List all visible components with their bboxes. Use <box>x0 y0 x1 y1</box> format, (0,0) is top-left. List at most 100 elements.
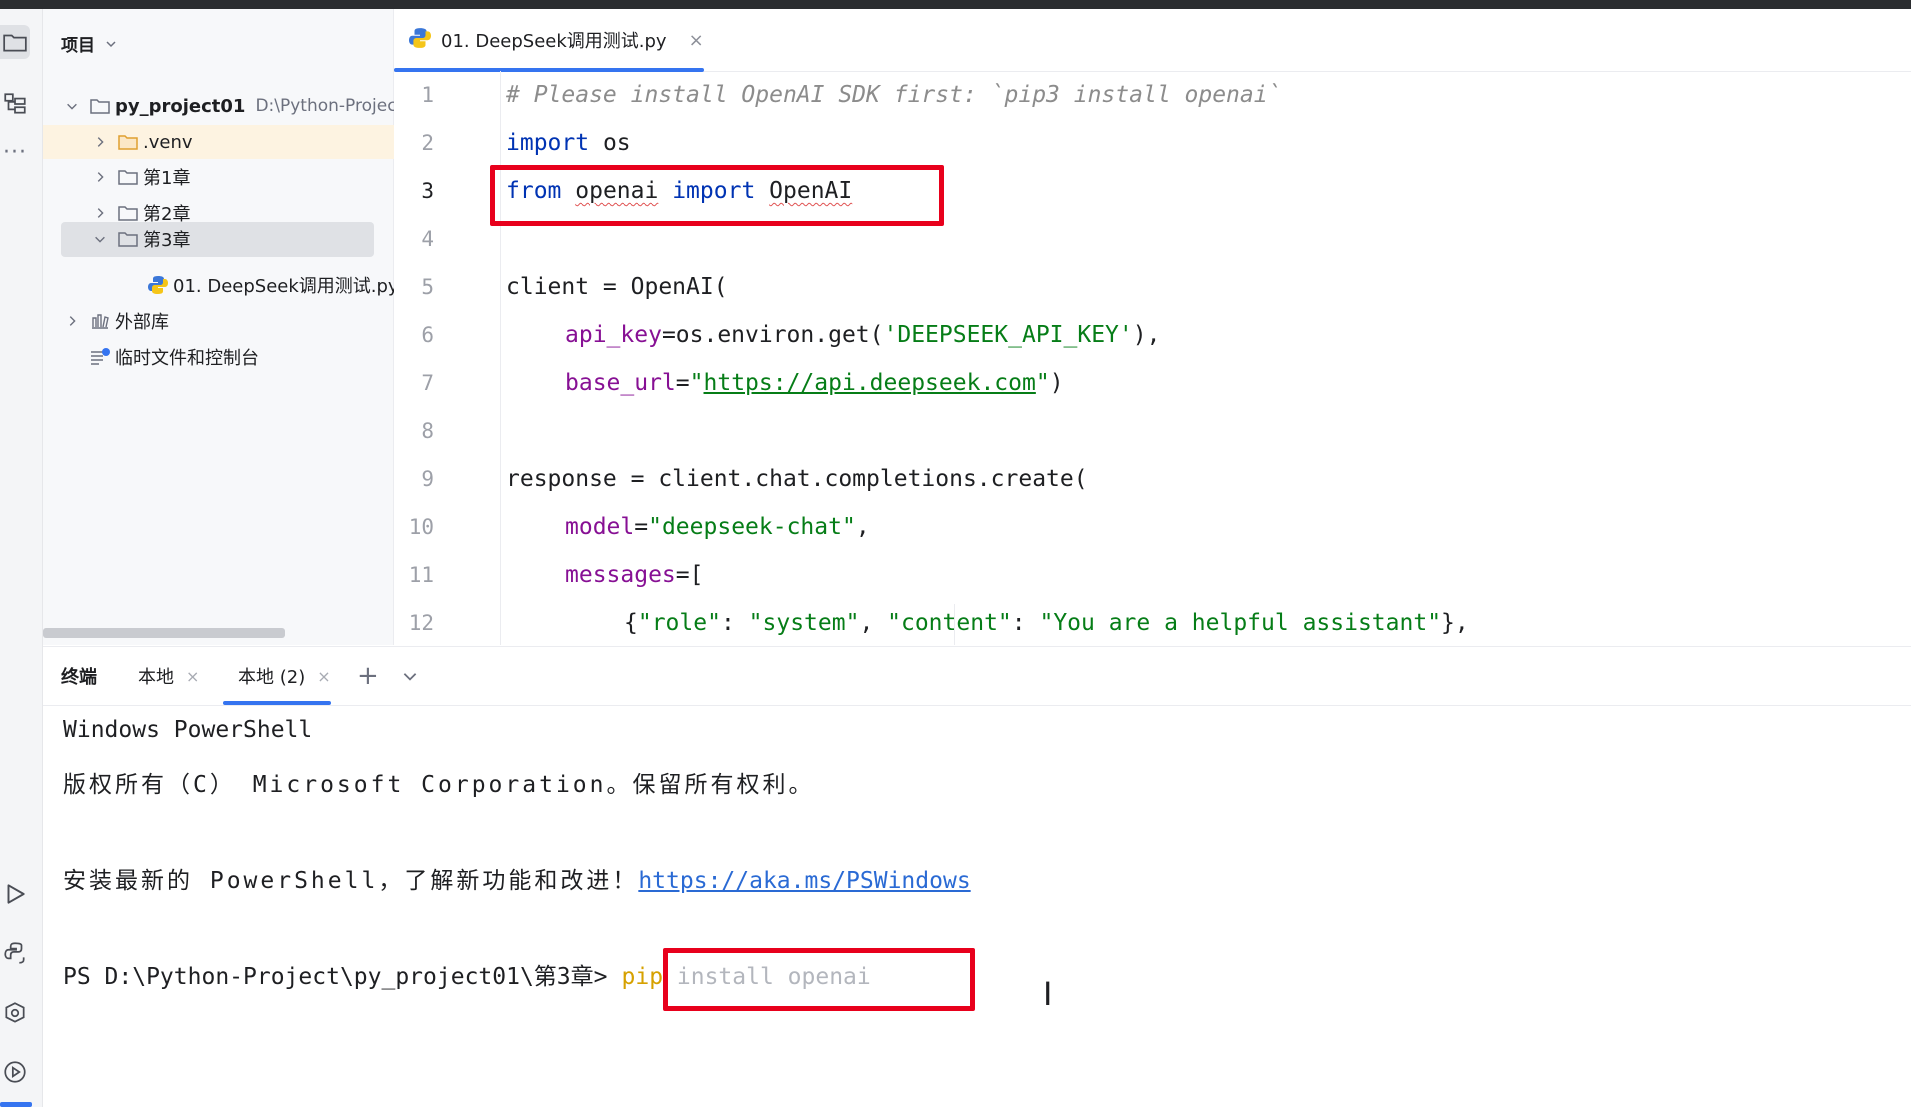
code-text: os <box>589 130 631 156</box>
line-number: 6 <box>421 323 434 347</box>
project-panel: 项目 py_project01 D:\Python-Projec .venv 第… <box>43 9 441 645</box>
terminal-tab-bar: 终端 本地 × 本地 (2) × + <box>43 647 1911 706</box>
tree-item-label: 01. DeepSeek调用测试.py <box>173 276 399 297</box>
code-param: api_key <box>565 322 662 348</box>
code-line-1: # Please install OpenAI SDK first: `pip3… <box>506 71 1281 119</box>
terminal-tab-label: 本地 <box>138 667 174 688</box>
chevron-down-icon <box>403 673 417 681</box>
line-number: 4 <box>421 227 434 251</box>
code-line-6: api_key=os.environ.get('DEEPSEEK_API_KEY… <box>565 311 1160 359</box>
tree-row-chapter3[interactable]: 第3章 <box>43 222 441 256</box>
tree-item-label: .venv <box>143 131 193 153</box>
services-icon <box>4 1061 26 1083</box>
close-icon[interactable]: × <box>186 667 199 686</box>
highlight-box-command <box>663 948 975 1011</box>
scratches-icon <box>89 347 111 367</box>
chevron-right-icon[interactable] <box>91 168 109 186</box>
chevron-right-icon[interactable] <box>63 312 81 330</box>
add-terminal-button[interactable]: + <box>357 647 379 705</box>
code-string: 'DEEPSEEK_API_KEY' <box>883 322 1133 348</box>
folder-icon <box>117 229 139 249</box>
horizontal-scrollbar[interactable] <box>43 628 285 638</box>
tree-item-label: 临时文件和控制台 <box>115 348 259 369</box>
tree-row-scratches[interactable]: 临时文件和控制台 <box>43 340 439 374</box>
code-line-10: model="deepseek-chat", <box>565 503 870 551</box>
folder-icon <box>117 203 139 223</box>
code-text: response = client.chat.completions.creat… <box>506 466 1088 492</box>
chevron-down-icon <box>106 40 116 47</box>
tree-row-external-libs[interactable]: 外部库 <box>43 304 413 338</box>
code-line-7: base_url="https://api.deepseek.com") <box>565 359 1064 407</box>
close-icon[interactable]: × <box>689 30 704 51</box>
chevron-down-icon[interactable] <box>91 230 109 248</box>
project-panel-title: 项目 <box>61 36 95 56</box>
structure-tool-button[interactable] <box>0 87 30 121</box>
terminal-title: 终端 <box>61 667 97 688</box>
line-number: 12 <box>408 611 434 635</box>
python-packages-button[interactable] <box>0 996 30 1030</box>
line-number-gutter: 1 2 3 4 5 6 7 8 9 10 11 12 <box>394 71 500 645</box>
project-root-name: py_project01 <box>115 95 246 117</box>
code-text: = <box>675 370 690 396</box>
code-param: model <box>565 514 635 540</box>
chevron-right-icon[interactable] <box>91 133 109 151</box>
code-text: =os.environ.get( <box>661 322 884 348</box>
code-text: =[ <box>675 562 704 588</box>
code-string: "content" <box>887 610 1012 636</box>
terminal-tab-local[interactable]: 本地 × <box>138 647 199 705</box>
code-param: base_url <box>565 370 676 396</box>
code-text: : <box>720 610 749 636</box>
tree-item-label: 第3章 <box>143 230 191 251</box>
code-text: { <box>624 610 638 636</box>
code-editor: 01. DeepSeek调用测试.py × 1 2 3 4 5 6 7 8 9 … <box>394 9 1911 645</box>
tree-row-chapter1[interactable]: 第1章 <box>43 160 441 194</box>
editor-tab-bar: 01. DeepSeek调用测试.py × <box>394 9 1911 72</box>
tree-row-venv[interactable]: .venv <box>43 125 441 159</box>
chevron-right-icon[interactable] <box>91 204 109 222</box>
code-line-12: {"role": "system", "content": "You are a… <box>624 599 1469 647</box>
code-string: "system" <box>748 610 860 636</box>
code-keyword: import <box>506 130 590 156</box>
terminal-line-3: 安装最新的 PowerShell，了解新功能和改进！https://aka.ms… <box>63 861 971 895</box>
terminal-panel: 终端 本地 × 本地 (2) × + Windows PowerShell 版权… <box>43 646 1911 1108</box>
code-string: "You are a helpful assistant" <box>1039 610 1442 636</box>
terminal-tab-label: 本地 (2) <box>238 667 306 688</box>
line-number: 9 <box>421 467 434 491</box>
tool-window-strip: ··· <box>0 9 43 1107</box>
folder-icon <box>117 167 139 187</box>
python-file-icon <box>409 27 431 54</box>
active-terminal-tab-underline <box>223 701 331 705</box>
terminal-command-pip: pip <box>621 964 664 990</box>
project-tool-button[interactable] <box>0 25 30 59</box>
line-number: 11 <box>408 563 434 587</box>
editor-tab-active[interactable]: 01. DeepSeek调用测试.py × <box>409 9 704 71</box>
code-url-link[interactable]: https://api.deepseek.com <box>704 370 1036 396</box>
line-number: 7 <box>421 371 434 395</box>
folder-icon <box>89 96 111 116</box>
terminal-link[interactable]: https://aka.ms/PSWindows <box>638 868 970 894</box>
line-number: 5 <box>421 275 434 299</box>
code-text: = <box>634 514 649 540</box>
project-root-path: D:\Python-Projec <box>255 96 397 116</box>
more-tools-icon[interactable]: ··· <box>0 135 30 169</box>
services-tool-button[interactable] <box>0 1055 30 1089</box>
python-console-button[interactable] <box>0 936 30 970</box>
python-icon <box>4 942 25 964</box>
project-panel-header[interactable]: 项目 <box>61 31 119 56</box>
tree-row-root[interactable]: py_project01 D:\Python-Projec <box>43 89 413 123</box>
tree-item-label: 外部库 <box>115 312 169 333</box>
line-number: 8 <box>421 419 434 443</box>
python-file-icon <box>147 275 169 295</box>
close-icon[interactable]: × <box>317 667 330 686</box>
structure-icon <box>4 93 26 114</box>
code-text: , <box>859 610 888 636</box>
run-tool-button[interactable] <box>0 877 30 911</box>
chevron-down-icon[interactable] <box>63 97 81 115</box>
code-area[interactable]: # Please install OpenAI SDK first: `pip3… <box>506 71 1906 645</box>
terminal-tab-local-2[interactable]: 本地 (2) × <box>238 647 331 705</box>
folder-venv-icon <box>117 132 139 152</box>
terminal-text: 安装最新的 PowerShell，了解新功能和改进！ <box>63 868 639 894</box>
terminal-dropdown-button[interactable] <box>401 647 419 705</box>
line-number: 2 <box>421 131 434 155</box>
code-string: " <box>689 370 704 396</box>
